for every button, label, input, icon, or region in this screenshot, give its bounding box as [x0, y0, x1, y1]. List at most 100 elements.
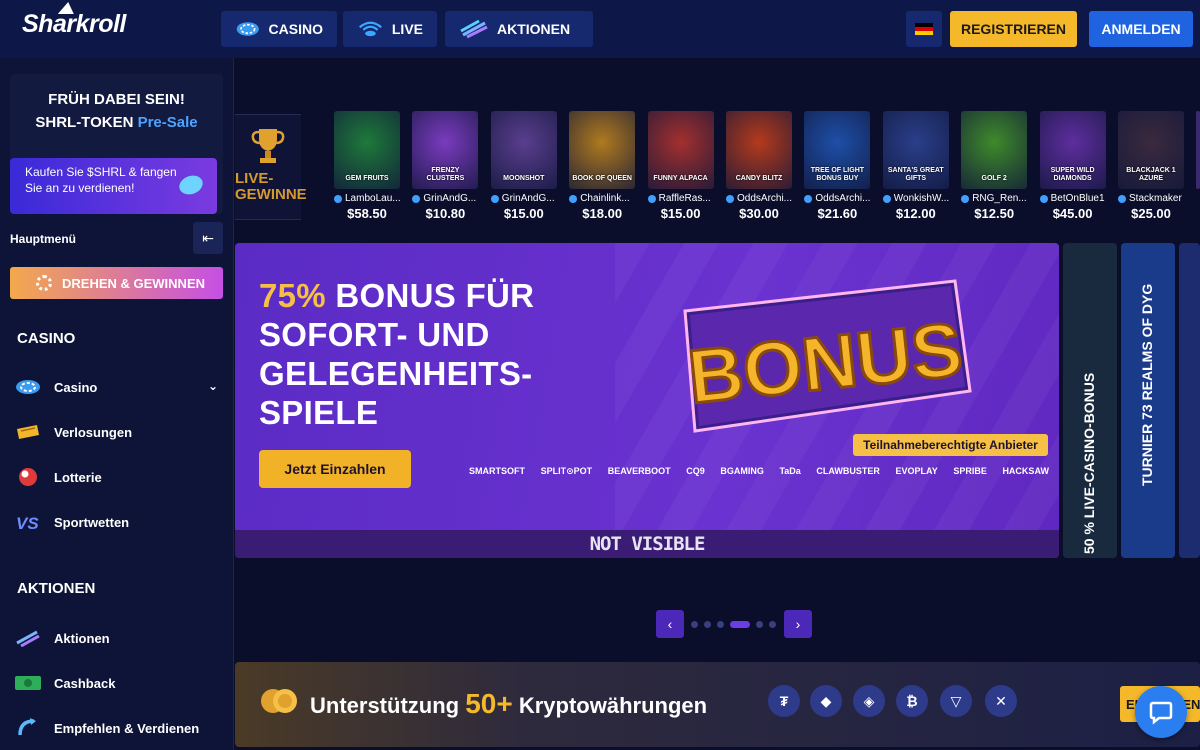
game-thumbnail[interactable]: BOOK OF QUEEN	[569, 111, 636, 189]
slide-dot[interactable]	[769, 621, 776, 628]
game-thumbnail[interactable]: BLACKJACK 1 AZURE	[1118, 111, 1184, 189]
svg-text:VS: VS	[16, 514, 39, 533]
bonus-sign-art: BONUS	[683, 279, 972, 433]
side-card-partial[interactable]	[1179, 243, 1200, 558]
game-thumbnail[interactable]: FRENZY CLUSTERS	[412, 111, 479, 189]
language-selector[interactable]	[906, 11, 942, 47]
nav-tab-casino[interactable]: CASINO	[221, 11, 337, 47]
live-winner-tile[interactable]: GEM FRUITS LamboLau... $58.50	[334, 111, 400, 221]
win-amount: $58.50	[347, 206, 387, 221]
provider-logo: CLAWBUSTER	[816, 466, 880, 476]
deposit-now-button[interactable]: Jetzt Einzahlen	[259, 450, 411, 488]
next-slide-button[interactable]: ›	[784, 610, 812, 638]
sidebar-item-refer-earn[interactable]: Empfehlen & Verdienen	[14, 713, 224, 743]
slide-dot[interactable]	[691, 621, 698, 628]
user-avatar-icon	[804, 194, 813, 203]
game-thumbnail[interactable]: TREE OF LIGHT BONUS BUY	[804, 111, 871, 189]
side-card-live-casino-bonus[interactable]: 50 % LIVE-CASINO-BONUS	[1063, 243, 1117, 558]
user-avatar-icon	[647, 194, 656, 203]
promo-cta[interactable]: Kaufen Sie $SHRL & fangen Sie an zu verd…	[10, 158, 217, 214]
slide-dot[interactable]	[730, 621, 750, 628]
winner-user: Chainlink...	[569, 193, 635, 204]
winner-user: RaffleRas...	[647, 193, 714, 204]
user-avatar-icon	[882, 194, 891, 203]
german-flag-icon	[915, 23, 933, 35]
live-winner-tile[interactable]: MOONSHOT GrinAndG... $15.00	[490, 111, 557, 221]
provider-logos: SMARTSOFT SPLIT⊙POT BEAVERBOOT CQ9 BGAMING Ta…	[469, 461, 1049, 481]
slide-dot[interactable]	[756, 621, 763, 628]
chat-icon	[1149, 701, 1173, 725]
game-name: CANDY BLITZ	[735, 175, 783, 182]
trophy-icon	[251, 129, 285, 163]
lottery-ball-icon	[14, 466, 42, 488]
prev-slide-button[interactable]: ‹	[656, 610, 684, 638]
binance-icon: ◈	[853, 685, 885, 717]
game-thumbnail[interactable]: GEM FRUITS	[334, 111, 400, 189]
side-card-tournament[interactable]: TURNIER 73 REALMS OF DYG	[1121, 243, 1175, 558]
game-name: FUNNY ALPACA	[653, 175, 708, 182]
game-name: GEM FRUITS	[345, 175, 389, 182]
live-winner-tile[interactable]: SUPER WILD DIAMONDS BetOnBlue1 $45.00	[1039, 111, 1106, 221]
casino-section-title: CASINO	[17, 330, 76, 347]
slide-dot[interactable]	[717, 621, 724, 628]
live-winner-tile[interactable]: FUNNY ALPACA RaffleRas... $15.00	[647, 111, 714, 221]
win-amount: $25.00	[1131, 206, 1171, 221]
chevron-down-icon[interactable]: ⌄	[208, 379, 218, 393]
cashback-icon	[14, 672, 42, 694]
live-stream-icon	[358, 21, 382, 37]
live-chat-button[interactable]	[1135, 686, 1187, 738]
user-avatar-icon	[1118, 194, 1126, 203]
sidebar-item-lottery[interactable]: Lotterie	[14, 462, 224, 492]
sidebar-item-casino[interactable]: Casino ⌄	[14, 372, 224, 402]
live-winner-tile[interactable]: BLACKJACK 1 AZURE Stackmaker $25.00	[1118, 111, 1184, 221]
slide-dot[interactable]	[704, 621, 711, 628]
live-winner-tile[interactable]: TREE OF LIGHT BONUS BUY OddsArchi... $21.6…	[804, 111, 871, 221]
nav-tab-live[interactable]: LIVE	[343, 11, 437, 47]
user-avatar-icon	[490, 194, 499, 203]
live-winner-tile[interactable]: FRENZY CLUSTERS GrinAndG... $10.80	[412, 111, 479, 221]
sidebar-item-cashback[interactable]: Cashback	[14, 668, 224, 698]
live-winner-tile-partial[interactable]	[1196, 111, 1200, 189]
main-menu-label: Hauptmenü	[10, 232, 76, 246]
spin-and-win-button[interactable]: DREHEN & GEWINNEN	[10, 267, 223, 299]
register-button[interactable]: REGISTRIEREN	[950, 11, 1077, 47]
live-winner-tile[interactable]: BOOK OF QUEEN Chainlink... $18.00	[569, 111, 636, 221]
game-thumbnail[interactable]: FUNNY ALPACA	[647, 111, 714, 189]
win-amount: $10.80	[425, 206, 466, 221]
nav-tab-promotions[interactable]: AKTIONEN	[445, 11, 593, 47]
promotions-icon	[14, 627, 42, 649]
token-presale-promo[interactable]: FRÜH DABEI SEIN! SHRL-TOKEN Pre-Sale Kau…	[10, 74, 223, 214]
xrp-icon: ✕	[985, 685, 1017, 717]
game-thumbnail[interactable]: MOONSHOT	[490, 111, 557, 189]
user-avatar-icon	[334, 194, 342, 203]
live-winner-tile[interactable]: GOLF 2 RNG_Ren... $12.50	[961, 111, 1028, 221]
token-coin-icon	[176, 172, 206, 198]
sidebar: FRÜH DABEI SEIN! SHRL-TOKEN Pre-Sale Kau…	[0, 58, 234, 750]
live-winner-tile[interactable]: CANDY BLITZ OddsArchi... $30.00	[726, 111, 792, 221]
provider-logo: SMARTSOFT	[469, 466, 525, 476]
ethereum-icon: ◆	[810, 685, 842, 717]
game-thumbnail[interactable]: CANDY BLITZ	[726, 111, 792, 189]
winner-user: BetOnBlue1	[1039, 193, 1106, 204]
chevron-left-icon: ‹	[667, 616, 673, 632]
game-thumbnail[interactable]: SANTA'S GREAT GIFTS	[882, 111, 949, 189]
sidebar-item-sportsbetting[interactable]: VS Sportwetten	[14, 507, 224, 537]
sidebar-item-raffles[interactable]: Verlosungen	[14, 417, 224, 447]
provider-logo: CQ9	[686, 466, 705, 476]
game-thumbnail[interactable]: GOLF 2	[961, 111, 1028, 189]
promo-title: FRÜH DABEI SEIN! SHRL-TOKEN Pre-Sale	[35, 91, 198, 131]
win-amount: $18.00	[582, 206, 623, 221]
sidebar-item-promotions[interactable]: Aktionen	[14, 623, 224, 653]
provider-logo: HACKSAW	[1002, 466, 1049, 476]
wheel-icon	[36, 275, 52, 291]
collapse-sidebar-button[interactable]: ⇤	[193, 222, 223, 254]
game-thumbnail[interactable]: SUPER WILD DIAMONDS	[1039, 111, 1106, 189]
chevron-right-icon: ›	[795, 616, 801, 632]
crypto-support-text: Unterstützung 50+ Kryptowährungen	[310, 688, 708, 719]
login-button[interactable]: ANMELDEN	[1089, 11, 1193, 47]
provider-logo: SPLIT⊙POT	[540, 465, 593, 476]
promo-banner[interactable]: 75% BONUS FÜR SOFORT- UND GELEGENHEITS- …	[235, 243, 1059, 558]
logo[interactable]: Sharkroll	[22, 2, 126, 39]
eligible-providers-label: Teilnahmeberechtigte Anbieter	[853, 434, 1048, 456]
live-winner-tile[interactable]: SANTA'S GREAT GIFTS WonkishW... $12.00	[882, 111, 949, 221]
